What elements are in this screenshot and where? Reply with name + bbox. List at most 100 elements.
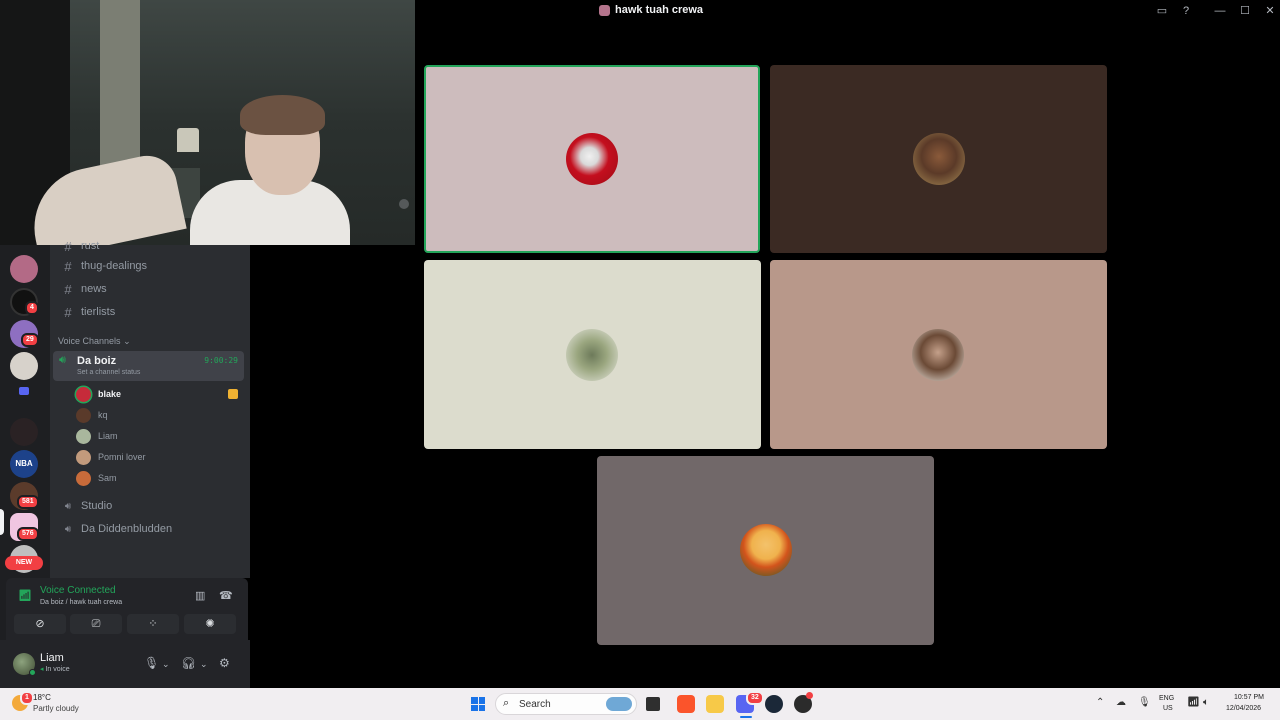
close-button[interactable]: ✕ xyxy=(1262,3,1278,19)
participant-tile[interactable] xyxy=(597,456,934,645)
member-name: Pomni lover xyxy=(98,452,146,462)
participant-avatar xyxy=(913,133,965,185)
channel-sidebar: # rust # thug-dealings # news # tierlist… xyxy=(50,240,250,578)
disconnect-icon[interactable]: ☎︎ xyxy=(219,589,233,602)
voice-channel-active[interactable]: 🔊︎ Da boiz Set a channel status 9:00:29 xyxy=(53,351,244,381)
activity-icon xyxy=(228,389,238,399)
channel-item[interactable]: # tierlists xyxy=(56,301,244,323)
server-icon[interactable] xyxy=(10,255,38,283)
participant-tile[interactable] xyxy=(770,260,1107,449)
channel-name: news xyxy=(81,283,107,295)
discord-badge: 32 xyxy=(746,691,764,705)
voice-category-header[interactable]: Voice Channels ⌄ xyxy=(58,336,131,347)
window-title: hawk tuah crewa xyxy=(599,4,703,16)
camera-options-icon[interactable] xyxy=(399,199,409,209)
chevron-down-icon[interactable]: ⌄ xyxy=(200,659,208,670)
weather-alert-badge: 1 xyxy=(20,691,34,705)
screen-share-button[interactable]: ⎚ xyxy=(70,614,122,634)
signal-icon[interactable]: 📶︎ xyxy=(18,589,32,602)
inbox-icon[interactable]: ▭ xyxy=(1154,3,1170,19)
mention-badge: 581 xyxy=(17,495,39,509)
search-highlight-icon xyxy=(606,697,632,711)
brave-browser-icon[interactable] xyxy=(677,695,695,713)
channel-name: thug-dealings xyxy=(81,260,148,272)
task-view-icon[interactable] xyxy=(646,697,660,711)
avatar xyxy=(76,428,91,444)
server-icon[interactable] xyxy=(10,352,38,380)
gear-icon[interactable]: ⚙ xyxy=(219,656,230,670)
voice-status-title[interactable]: Voice Connected xyxy=(40,585,116,596)
camera-preview[interactable] xyxy=(0,0,415,245)
username[interactable]: Liam xyxy=(40,652,64,664)
folder-icon[interactable] xyxy=(19,387,29,395)
noise-suppression-icon[interactable]: ▥ xyxy=(195,589,205,602)
channel-item[interactable]: # rust xyxy=(56,240,244,252)
voice-member[interactable]: Liam xyxy=(76,426,244,446)
taskbar-search[interactable]: ⌕ Search xyxy=(495,693,637,715)
channel-name: rust xyxy=(81,240,100,252)
voice-connected-panel: 📶︎ Voice Connected Da boiz / hawk tuah c… xyxy=(6,578,248,640)
cloud-icon[interactable]: ☁︎ xyxy=(1116,697,1126,708)
soundboard-icon: ✺ xyxy=(205,618,215,630)
channel-status-prompt[interactable]: Set a channel status xyxy=(77,369,140,376)
mention-badge: 576 xyxy=(17,527,39,541)
activities-button[interactable]: ⁘ xyxy=(127,614,179,634)
wifi-icon[interactable]: 📶︎ xyxy=(1187,697,1200,708)
search-label: Search xyxy=(519,699,551,710)
voice-member[interactable]: kq xyxy=(76,405,244,425)
lamp xyxy=(177,128,199,152)
server-icon[interactable] xyxy=(10,418,38,446)
chevron-down-icon[interactable]: ⌄ xyxy=(162,659,170,670)
channel-item[interactable]: # news xyxy=(56,278,244,300)
search-icon: ⌕ xyxy=(503,697,510,709)
voice-member[interactable]: Pomni lover xyxy=(76,447,244,467)
headphones-icon[interactable]: 🎧︎ xyxy=(181,656,196,670)
title-bar: hawk tuah crewa ▭ ? — ☐ ✕ xyxy=(415,0,1280,22)
participant-tile[interactable] xyxy=(424,65,760,253)
clock-time[interactable]: 10:57 PM xyxy=(1234,694,1264,701)
voice-member[interactable]: blake xyxy=(76,384,244,404)
minimize-button[interactable]: — xyxy=(1212,3,1228,19)
avatar xyxy=(76,386,91,402)
user-status-text: In voice xyxy=(45,666,70,673)
language-indicator[interactable]: ENG xyxy=(1159,695,1174,702)
keyboard-layout[interactable]: US xyxy=(1163,705,1173,712)
microphone-icon[interactable]: 🎙︎ xyxy=(144,656,159,670)
taskbar: 1 18°C Partly cloudy ⌕ Search 32 ⌃ ☁︎ 🎙︎… xyxy=(0,688,1280,720)
file-explorer-icon[interactable] xyxy=(706,695,724,713)
weather-description[interactable]: Partly cloudy xyxy=(33,704,79,713)
hash-icon: # xyxy=(64,258,72,274)
voice-location[interactable]: Da boiz / hawk tuah crewa xyxy=(40,599,122,606)
speaker-icon: 🔊︎ xyxy=(59,354,66,366)
voice-channel[interactable]: 🔊︎ Da Diddenbludden xyxy=(56,518,244,540)
weather-temperature[interactable]: 18°C xyxy=(33,693,51,702)
participant-avatar xyxy=(566,133,618,185)
channel-name: Studio xyxy=(81,500,113,512)
steam-icon[interactable] xyxy=(765,695,783,713)
user-panel: Liam ◂ In voice 🎙︎ ⌄ 🎧︎ ⌄ ⚙ xyxy=(0,640,250,688)
microphone-icon[interactable]: 🎙︎ xyxy=(1138,697,1151,708)
chevron-up-icon[interactable]: ⌃ xyxy=(1096,697,1104,708)
participant-tile[interactable] xyxy=(770,65,1107,253)
selected-pill xyxy=(0,509,4,535)
participant-avatar xyxy=(740,524,792,576)
clock-date[interactable]: 12/04/2026 xyxy=(1226,705,1261,712)
voice-member[interactable]: Sam xyxy=(76,468,244,488)
maximize-button[interactable]: ☐ xyxy=(1237,3,1253,19)
voice-channel[interactable]: 🔊︎ Studio xyxy=(56,495,244,517)
soundboard-button[interactable]: ✺ xyxy=(184,614,236,634)
activities-icon: ⁘ xyxy=(148,618,158,630)
help-icon[interactable]: ? xyxy=(1178,3,1194,19)
camera-off-button[interactable]: ⊘ xyxy=(14,614,66,634)
channel-item[interactable]: # thug-dealings xyxy=(56,255,244,277)
participant-tile[interactable] xyxy=(424,260,761,449)
volume-icon[interactable]: 🔈︎ xyxy=(1203,697,1209,708)
windows-logo-icon xyxy=(471,697,478,704)
participant-avatar xyxy=(566,329,618,381)
call-timer: 9:00:29 xyxy=(204,356,238,365)
start-button[interactable] xyxy=(471,697,485,711)
server-icon-nba[interactable]: NBA xyxy=(10,450,38,478)
online-status-dot xyxy=(29,669,36,676)
channel-name: tierlists xyxy=(81,306,116,318)
new-badge[interactable]: NEW xyxy=(5,556,43,570)
